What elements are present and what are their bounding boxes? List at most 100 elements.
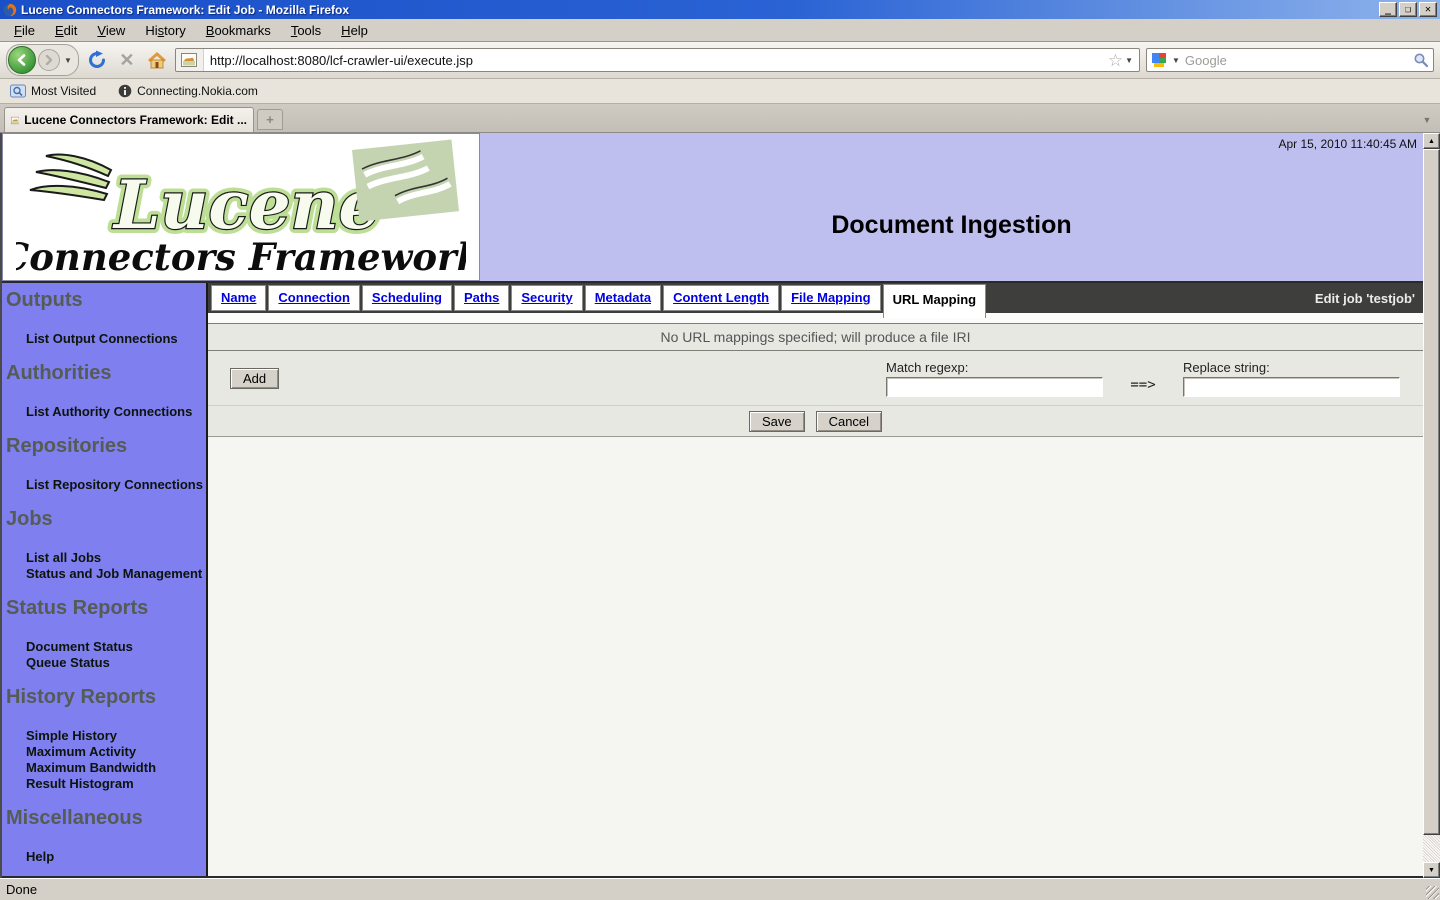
bookmark-most-visited[interactable]: Most Visited xyxy=(6,82,100,100)
scrollbar-track[interactable] xyxy=(1423,835,1440,862)
close-button[interactable]: ✕ xyxy=(1419,2,1437,17)
new-tab-button[interactable]: + xyxy=(257,109,283,130)
sidebar-item-status-job-management[interactable]: Status and Job Management xyxy=(6,566,204,582)
search-input[interactable] xyxy=(1185,53,1410,68)
bookmark-label: Connecting.Nokia.com xyxy=(137,84,258,98)
sidebar-item-list-output-connections[interactable]: List Output Connections xyxy=(6,331,204,347)
url-dropdown-icon[interactable]: ▼ xyxy=(1123,56,1139,65)
resize-grip[interactable] xyxy=(1426,886,1439,899)
scrollbar-thumb[interactable] xyxy=(1423,149,1440,835)
sidebar-item-maximum-activity[interactable]: Maximum Activity xyxy=(6,744,204,760)
page-favicon[interactable] xyxy=(176,49,204,71)
sidebar-item-help[interactable]: Help xyxy=(6,849,204,865)
menu-file[interactable]: File xyxy=(4,21,45,40)
page-title: Document Ingestion xyxy=(480,211,1423,240)
menu-label-part: H xyxy=(341,23,350,38)
mapping-form-row: Add Match regexp: ==> Replace string: xyxy=(208,351,1423,406)
menu-label-part: dit xyxy=(64,23,78,38)
minimize-button[interactable]: _ xyxy=(1379,2,1397,17)
forward-button[interactable] xyxy=(38,49,60,71)
tab-file-mapping-link[interactable]: File Mapping xyxy=(791,290,870,305)
home-icon xyxy=(147,50,167,70)
tab-paths[interactable]: Paths xyxy=(454,285,509,311)
replace-string-input[interactable] xyxy=(1183,377,1400,397)
match-regexp-input[interactable] xyxy=(886,377,1103,397)
tab-metadata[interactable]: Metadata xyxy=(585,285,661,311)
status-bar: Done xyxy=(0,878,1440,900)
menu-bookmarks[interactable]: Bookmarks xyxy=(196,21,281,40)
sidebar-item-list-repository-connections[interactable]: List Repository Connections xyxy=(6,477,204,493)
search-engine-dropdown-icon[interactable]: ▼ xyxy=(1170,56,1182,65)
menu-tools[interactable]: Tools xyxy=(281,21,331,40)
menu-label-part: Hi xyxy=(145,23,157,38)
header-banner: Apr 15, 2010 11:40:45 AM Document Ingest… xyxy=(480,133,1423,281)
bookmark-connecting-nokia[interactable]: Connecting.Nokia.com xyxy=(114,82,262,100)
scroll-down-button[interactable]: ▼ xyxy=(1423,862,1440,878)
tab-connection[interactable]: Connection xyxy=(268,285,360,311)
bookmarks-toolbar: Most Visited Connecting.Nokia.com xyxy=(0,79,1440,104)
tab-security[interactable]: Security xyxy=(511,285,582,311)
url-input[interactable] xyxy=(204,53,1108,68)
search-box[interactable]: ▼ xyxy=(1146,48,1434,72)
sidebar-section-status-reports: Status Reports xyxy=(6,597,204,620)
sidebar-item-document-status[interactable]: Document Status xyxy=(6,639,204,655)
tab-name-link[interactable]: Name xyxy=(221,290,256,305)
sidebar-item-queue-status[interactable]: Queue Status xyxy=(6,655,204,671)
web-page: Lucene Lucene Connectors Framework xyxy=(0,133,1423,878)
save-button[interactable]: Save xyxy=(749,411,805,432)
tab-scheduling-link[interactable]: Scheduling xyxy=(372,290,442,305)
bookmark-star-icon[interactable]: ☆ xyxy=(1108,52,1123,69)
sidebar-item-maximum-bandwidth[interactable]: Maximum Bandwidth xyxy=(6,760,204,776)
job-tab-strip: Name Connection Scheduling Paths Securit… xyxy=(208,283,1423,313)
menu-edit[interactable]: Edit xyxy=(45,21,87,40)
sidebar-section-outputs: Outputs xyxy=(6,289,204,312)
tab-file-mapping[interactable]: File Mapping xyxy=(781,285,880,311)
search-magnifier-icon[interactable] xyxy=(1413,52,1429,68)
menu-label-part: ile xyxy=(22,23,35,38)
tab-name[interactable]: Name xyxy=(211,285,266,311)
browser-tab-active[interactable]: Lucene Connectors Framework: Edit ... xyxy=(4,107,254,132)
sidebar-item-list-authority-connections[interactable]: List Authority Connections xyxy=(6,404,204,420)
menu-history[interactable]: History xyxy=(135,21,195,40)
timestamp: Apr 15, 2010 11:40:45 AM xyxy=(1278,137,1417,151)
add-button[interactable]: Add xyxy=(230,368,279,389)
tab-connection-link[interactable]: Connection xyxy=(278,290,350,305)
home-button[interactable] xyxy=(145,48,169,72)
menu-label-part: tory xyxy=(164,23,186,38)
sidebar-item-list-all-jobs[interactable]: List all Jobs xyxy=(6,550,204,566)
stop-button[interactable]: ✕ xyxy=(115,48,139,72)
reload-icon xyxy=(87,50,107,70)
menu-view[interactable]: View xyxy=(87,21,135,40)
no-mappings-message: No URL mappings specified; will produce … xyxy=(208,323,1423,351)
history-dropdown-icon[interactable]: ▼ xyxy=(62,56,74,65)
reload-button[interactable] xyxy=(85,48,109,72)
logo-wings xyxy=(30,155,111,200)
tab-metadata-link[interactable]: Metadata xyxy=(595,290,651,305)
empty-content-area xyxy=(208,437,1423,876)
cancel-button[interactable]: Cancel xyxy=(816,411,882,432)
sidebar-item-result-histogram[interactable]: Result Histogram xyxy=(6,776,204,792)
scroll-up-button[interactable]: ▲ xyxy=(1423,133,1440,149)
menu-label-part: ookmarks xyxy=(214,23,270,38)
sidebar-item-simple-history[interactable]: Simple History xyxy=(6,728,204,744)
restore-button[interactable]: ❏ xyxy=(1399,2,1417,17)
browser-tab-title: Lucene Connectors Framework: Edit ... xyxy=(24,113,247,127)
menu-label-part: iew xyxy=(106,23,126,38)
sidebar: Outputs List Output Connections Authorit… xyxy=(2,283,208,876)
tab-paths-link[interactable]: Paths xyxy=(464,290,499,305)
back-button[interactable] xyxy=(8,46,36,74)
menu-help[interactable]: Help xyxy=(331,21,378,40)
match-regexp-label: Match regexp: xyxy=(886,360,1103,375)
menu-label-part: E xyxy=(55,23,64,38)
url-bar[interactable]: ☆ ▼ xyxy=(175,48,1140,72)
tab-url-mapping-active[interactable]: URL Mapping xyxy=(883,284,987,318)
tab-content-length[interactable]: Content Length xyxy=(663,285,779,311)
tab-scheduling[interactable]: Scheduling xyxy=(362,285,452,311)
tab-content-length-link[interactable]: Content Length xyxy=(673,290,769,305)
tab-security-link[interactable]: Security xyxy=(521,290,572,305)
list-all-tabs-button[interactable]: ▼ xyxy=(1418,110,1436,130)
back-forward-group: ▼ xyxy=(6,44,79,76)
vertical-scrollbar[interactable]: ▲ ▼ xyxy=(1423,133,1440,878)
back-arrow-icon xyxy=(16,54,28,66)
window-title: Lucene Connectors Framework: Edit Job - … xyxy=(21,3,1379,17)
